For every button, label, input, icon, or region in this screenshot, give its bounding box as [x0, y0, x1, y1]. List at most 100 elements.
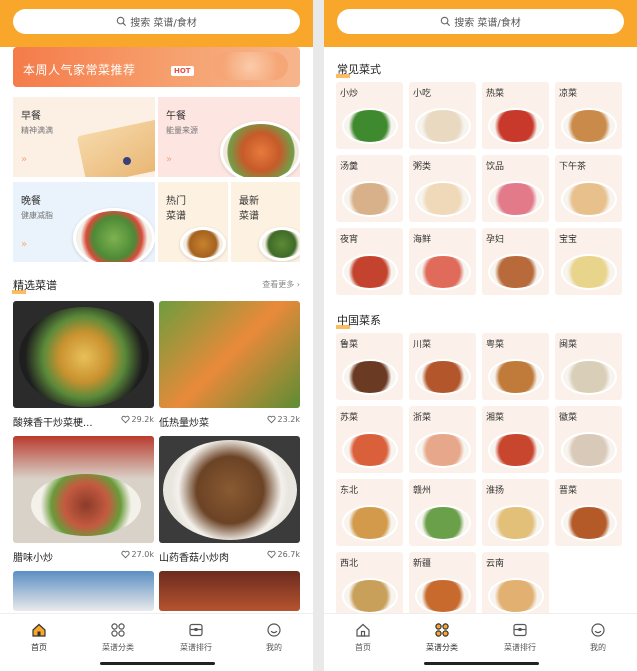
category-label: 下午茶 — [559, 162, 587, 172]
category-tile[interactable]: 饮品 — [482, 155, 549, 222]
tab-ranking[interactable]: 菜谱排行 — [485, 622, 555, 653]
category-tile[interactable]: 小吃 — [409, 82, 476, 149]
category-tile[interactable]: 粤菜 — [482, 333, 549, 400]
tile-newest-line1: 最新 — [239, 196, 259, 207]
category-tile[interactable]: 云南 — [482, 552, 549, 619]
tile-breakfast[interactable]: 早餐 精神满满 » — [13, 97, 155, 177]
recipe-name: 山药香菇小炒肉 — [159, 553, 229, 564]
category-tile[interactable]: 川菜 — [409, 333, 476, 400]
category-tile[interactable]: 浙菜 — [409, 406, 476, 473]
category-tile[interactable]: 晋菜 — [555, 479, 622, 546]
recipe-card[interactable] — [159, 571, 300, 611]
tab-ranking[interactable]: 菜谱排行 — [161, 622, 231, 653]
recipe-likes: 29.2k — [120, 415, 154, 424]
category-tile[interactable]: 湘菜 — [482, 406, 549, 473]
category-tile[interactable]: 徽菜 — [555, 406, 622, 473]
section-title-text: 精选菜谱 — [13, 279, 57, 292]
search-input[interactable]: 搜索 菜谱/食材 — [337, 9, 624, 34]
tile-lunch-subtitle: 能量来源 — [166, 126, 198, 135]
tab-category[interactable]: 菜谱分类 — [407, 622, 477, 653]
category-label: 热菜 — [486, 89, 505, 99]
dish-image — [342, 108, 398, 144]
tile-lunch[interactable]: 午餐 能量来源 » — [158, 97, 300, 177]
category-tile[interactable]: 赣州 — [409, 479, 476, 546]
recipe-card[interactable] — [13, 571, 154, 611]
category-tile[interactable]: 下午茶 — [555, 155, 622, 222]
home-icon — [32, 623, 46, 637]
heart-icon — [266, 550, 276, 559]
category-tile[interactable]: 东北 — [336, 479, 403, 546]
lunch-food-image — [220, 121, 300, 177]
category-tile[interactable]: 苏菜 — [336, 406, 403, 473]
weekly-banner[interactable]: 本周人气家常菜推荐 HOT — [13, 47, 300, 87]
dish-image — [415, 505, 471, 541]
category-label: 闽菜 — [559, 340, 578, 350]
category-label: 苏菜 — [340, 413, 359, 423]
hot-food-image — [180, 227, 226, 261]
tile-lunch-title: 午餐 — [166, 111, 186, 122]
tab-category-label: 菜谱分类 — [426, 643, 458, 652]
tile-dinner-subtitle: 健康减脂 — [21, 211, 53, 220]
tile-hot-recipes[interactable]: 热门 菜谱 — [158, 182, 228, 262]
dish-image — [488, 254, 544, 290]
recipe-card[interactable]: 酸辣香干炒菜梗... 29.2k — [13, 301, 154, 429]
search-input[interactable]: 搜索 菜谱/食材 — [13, 9, 300, 34]
common-section-title: 常见菜式 — [336, 61, 381, 78]
recipe-image — [159, 301, 300, 408]
category-tile[interactable]: 小炒 — [336, 82, 403, 149]
tab-profile[interactable]: 我的 — [239, 622, 309, 653]
tab-profile-label: 我的 — [590, 643, 606, 652]
category-tile[interactable]: 闽菜 — [555, 333, 622, 400]
category-label: 夜宵 — [340, 235, 359, 245]
tab-home-label: 首页 — [31, 643, 47, 652]
see-more-link[interactable]: 查看更多 › — [262, 279, 300, 290]
banner-title: 本周人气家常菜推荐 — [23, 63, 136, 77]
category-label: 孕妇 — [486, 235, 505, 245]
tab-profile[interactable]: 我的 — [563, 622, 633, 653]
category-tile[interactable]: 夜宵 — [336, 228, 403, 295]
category-tile[interactable]: 汤羹 — [336, 155, 403, 222]
banner-food-image — [213, 52, 288, 80]
home-screen: 搜索 菜谱/食材 本周人气家常菜推荐 HOT 早餐 精神满满 » 午餐 能量来源… — [0, 0, 313, 671]
category-tile[interactable]: 西北 — [336, 552, 403, 619]
tile-newest-recipes[interactable]: 最新 菜谱 — [231, 182, 300, 262]
category-label: 小炒 — [340, 89, 359, 99]
recipe-card[interactable]: 腊味小炒 27.0k — [13, 436, 154, 564]
category-tile[interactable]: 海鲜 — [409, 228, 476, 295]
category-tile[interactable]: 热菜 — [482, 82, 549, 149]
category-tile[interactable]: 鲁菜 — [336, 333, 403, 400]
dish-image — [561, 432, 617, 468]
home-icon — [356, 623, 370, 637]
dish-image — [342, 359, 398, 395]
dish-image — [342, 505, 398, 541]
category-tile[interactable]: 新疆 — [409, 552, 476, 619]
category-label: 新疆 — [413, 559, 432, 569]
dish-image — [415, 359, 471, 395]
dish-image — [415, 432, 471, 468]
recipe-card[interactable]: 低热量炒菜 23.2k — [159, 301, 300, 429]
breakfast-food-image — [76, 118, 155, 177]
dish-image — [561, 108, 617, 144]
tab-ranking-label: 菜谱排行 — [504, 643, 536, 652]
tab-home[interactable]: 首页 — [328, 622, 398, 653]
recipe-card[interactable]: 山药香菇小炒肉 26.7k — [159, 436, 300, 564]
category-tile[interactable]: 粥类 — [409, 155, 476, 222]
category-tile[interactable]: 孕妇 — [482, 228, 549, 295]
category-label: 淮扬 — [486, 486, 505, 496]
tab-category[interactable]: 菜谱分类 — [83, 622, 153, 653]
tab-home[interactable]: 首页 — [4, 622, 74, 653]
cuisine-section-title: 中国菜系 — [336, 312, 381, 329]
recipe-image — [13, 436, 154, 543]
category-label: 凉菜 — [559, 89, 578, 99]
category-tile[interactable]: 淮扬 — [482, 479, 549, 546]
tile-hot-line2: 菜谱 — [166, 211, 186, 222]
category-label: 浙菜 — [413, 413, 432, 423]
category-tile[interactable]: 凉菜 — [555, 82, 622, 149]
search-placeholder: 搜索 菜谱/食材 — [130, 18, 197, 29]
smile-icon — [591, 623, 605, 637]
ranking-icon — [189, 623, 203, 637]
category-label: 宝宝 — [559, 235, 578, 245]
newest-food-image — [259, 227, 300, 261]
tile-dinner[interactable]: 晚餐 健康减脂 » — [13, 182, 155, 262]
category-tile[interactable]: 宝宝 — [555, 228, 622, 295]
